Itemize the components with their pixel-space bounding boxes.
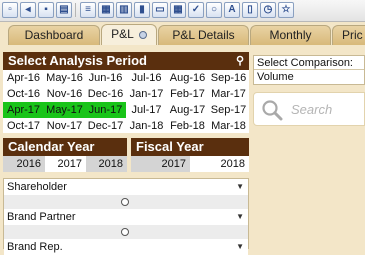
period-cell[interactable]: May-16 <box>44 70 85 86</box>
comparison-label: Select Comparison: <box>254 56 364 70</box>
search-icon <box>262 100 283 121</box>
checkbox-icon[interactable]: ✓ <box>188 2 204 18</box>
list-box-icon[interactable]: ≡ <box>80 2 96 18</box>
fiscal-year-option[interactable]: 2017 <box>131 156 190 172</box>
calendar-year-option[interactable]: 2018 <box>86 156 127 172</box>
calendar-year-list: 2016 2017 2018 <box>3 156 127 172</box>
filter-brand-rep[interactable]: Brand Rep. ▼ <box>4 239 248 255</box>
tab-pl-details[interactable]: P&L Details <box>158 25 249 45</box>
comparison-selector[interactable]: Select Comparison: Volume <box>253 55 365 85</box>
period-row: Oct-17 Nov-17 Dec-17 Jan-18 Feb-18 Mar-1… <box>3 118 249 134</box>
period-cell[interactable]: Mar-17 <box>208 86 249 102</box>
analysis-period-list: Apr-16 May-16 Jun-16 Jul-16 Aug-16 Sep-1… <box>3 70 249 133</box>
open-file-icon[interactable]: ◂ <box>20 2 36 18</box>
period-cell[interactable]: Sep-17 <box>208 102 249 118</box>
fiscal-year-list: 2017 2018 <box>131 156 249 172</box>
filter-brand-partner[interactable]: Brand Partner ▼ <box>4 209 248 225</box>
calendar-year-title: Calendar Year <box>3 138 127 156</box>
calendar-year-option[interactable]: 2016 <box>3 156 45 172</box>
period-cell[interactable]: Jul-16 <box>126 70 167 86</box>
search-icon[interactable]: ⚲ <box>236 52 244 70</box>
period-cell-selected[interactable]: Jun-17 <box>85 102 126 118</box>
period-cell[interactable]: Dec-16 <box>85 86 126 102</box>
bookmark-icon[interactable]: ▯ <box>242 2 258 18</box>
search-placeholder: Search <box>291 102 333 117</box>
comparison-value[interactable]: Volume <box>254 70 364 84</box>
print-icon[interactable]: ▤ <box>56 2 72 18</box>
period-cell[interactable]: Mar-18 <box>208 118 249 134</box>
text-icon[interactable]: A <box>224 2 240 18</box>
period-cell[interactable]: Feb-18 <box>167 118 208 134</box>
table-icon[interactable]: ▦ <box>170 2 186 18</box>
chart-icon[interactable]: ▮ <box>134 2 150 18</box>
tab-pricing[interactable]: Pric <box>332 25 365 45</box>
clock-icon[interactable]: ◷ <box>260 2 276 18</box>
dropdown-arrow-icon[interactable]: ▼ <box>236 179 244 195</box>
dropdown-arrow-icon[interactable]: ▼ <box>236 209 244 225</box>
radio-circle-icon[interactable] <box>121 228 129 236</box>
filter-brand-partner-body <box>4 225 248 239</box>
period-cell[interactable]: Jun-16 <box>85 70 126 86</box>
tab-dashboard[interactable]: Dashboard <box>8 25 100 45</box>
period-cell[interactable]: Feb-17 <box>167 86 208 102</box>
filter-panel: Shareholder ▼ Brand Partner ▼ Brand Rep.… <box>3 178 249 255</box>
multi-box-icon[interactable]: ▦ <box>98 2 114 18</box>
filter-shareholder-body <box>4 195 248 209</box>
fiscal-year-title: Fiscal Year <box>131 138 249 156</box>
period-cell[interactable]: Nov-16 <box>44 86 85 102</box>
period-cell[interactable]: Apr-16 <box>3 70 44 86</box>
new-file-icon[interactable]: ▫ <box>2 2 18 18</box>
period-cell[interactable]: Nov-17 <box>44 118 85 134</box>
table-box-icon[interactable]: ▥ <box>116 2 132 18</box>
period-row: Oct-16 Nov-16 Dec-16 Jan-17 Feb-17 Mar-1… <box>3 86 249 102</box>
period-cell-selected[interactable]: May-17 <box>44 102 85 118</box>
period-row: Apr-17 May-17 Jun-17 Jul-17 Aug-17 Sep-1… <box>3 102 249 118</box>
text-box-icon[interactable]: ▭ <box>152 2 168 18</box>
radio-circle-icon[interactable] <box>121 198 129 206</box>
search-input[interactable]: Search <box>253 92 365 126</box>
period-cell[interactable]: Jan-18 <box>126 118 167 134</box>
calendar-year-option-selected[interactable]: 2017 <box>45 156 86 172</box>
period-cell[interactable]: Oct-17 <box>3 118 44 134</box>
fiscal-year-option-selected[interactable]: 2018 <box>190 156 249 172</box>
tab-pl[interactable]: P&L <box>101 24 157 45</box>
search-object-icon[interactable]: ○ <box>206 2 222 18</box>
dropdown-arrow-icon[interactable]: ▼ <box>236 239 244 255</box>
save-file-icon[interactable]: ▪ <box>38 2 54 18</box>
period-cell[interactable]: Oct-16 <box>3 86 44 102</box>
period-cell[interactable]: Aug-17 <box>167 102 208 118</box>
tab-monthly[interactable]: Monthly <box>250 25 331 45</box>
period-cell[interactable]: Aug-16 <box>167 70 208 86</box>
sheet-tabs: Dashboard P&L P&L Details Monthly Pric <box>0 22 365 45</box>
period-cell[interactable]: Sep-16 <box>208 70 249 86</box>
tab-active-indicator-icon <box>138 31 147 39</box>
analysis-period-title: Select Analysis Period ⚲ <box>3 52 249 70</box>
period-row: Apr-16 May-16 Jun-16 Jul-16 Aug-16 Sep-1… <box>3 70 249 86</box>
filter-shareholder[interactable]: Shareholder ▼ <box>4 179 248 195</box>
star-icon[interactable]: ☆ <box>278 2 294 18</box>
period-cell[interactable]: Jul-17 <box>126 102 167 118</box>
toolbar: ▫ ◂ ▪ ▤ ≡ ▦ ▥ ▮ ▭ ▦ ✓ ○ A ▯ ◷ ☆ <box>0 0 365 22</box>
period-cell[interactable]: Jan-17 <box>126 86 167 102</box>
period-cell[interactable]: Dec-17 <box>85 118 126 134</box>
period-cell-selected[interactable]: Apr-17 <box>3 102 44 118</box>
